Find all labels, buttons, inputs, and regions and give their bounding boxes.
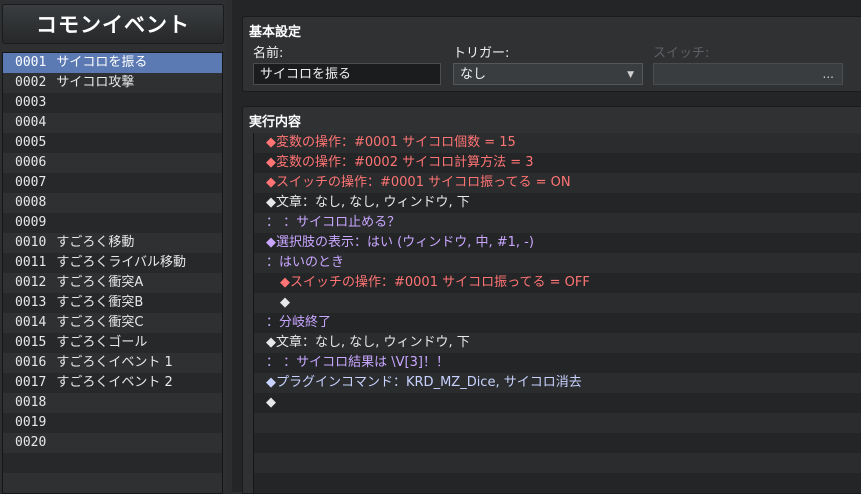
event-id: 0001 (15, 55, 47, 70)
event-list[interactable]: 0001 サイコロを振る 0002 サイコロ攻撃 0003 0004 0005 0006 000… (2, 52, 223, 494)
event-id: 0013 (15, 295, 47, 310)
event-id: 0011 (15, 255, 47, 270)
event-id: 0007 (15, 175, 47, 190)
event-list-item[interactable]: 0016 すごろくイベント 1 (3, 353, 222, 373)
event-id: 0018 (15, 395, 47, 410)
command-line[interactable]: ◆スイッチの操作：#0001 サイコロ振ってる = ON (254, 173, 861, 193)
event-list-item[interactable]: 0015 すごろくゴール (3, 333, 222, 353)
event-id: 0003 (15, 95, 47, 110)
command-line[interactable]: ◆文章：なし, なし, ウィンドウ, 下 (254, 333, 861, 353)
event-list-empty-row (3, 473, 222, 493)
event-list-item[interactable]: 0007 (3, 173, 222, 193)
command-line[interactable]: ◆変数の操作：#0001 サイコロ個数 = 15 (254, 133, 861, 153)
event-list-item[interactable]: 0014 すごろく衝突C (3, 313, 222, 333)
event-list-item[interactable]: 0010 すごろく移動 (3, 233, 222, 253)
command-line[interactable]: ◆選択肢の表示：はい (ウィンドウ, 中, #1, -) (254, 233, 861, 253)
switch-select-button: ... (822, 67, 834, 81)
command-line[interactable]: ： ：サイコロ結果は \V[3]！！ (254, 353, 861, 373)
command-list[interactable]: ◆変数の操作：#0001 サイコロ個数 = 15 ◆変数の操作：#0002 サイコ… (253, 133, 861, 493)
command-line[interactable]: ◆プラグインコマンド：KRD_MZ_Dice, サイコロ消去 (254, 373, 861, 393)
event-list-item[interactable]: 0003 (3, 93, 222, 113)
event-list-item[interactable]: 0020 (3, 433, 222, 453)
basic-settings-group: 基本設定 名前: サイコロを振る トリガー: なし ▼ スイッチ: ... (242, 16, 861, 92)
event-name: すごろく衝突A (56, 275, 144, 290)
execution-content-group: 実行内容 ◆変数の操作：#0001 サイコロ個数 = 15 ◆変数の操作：#000… (242, 106, 861, 494)
command-line[interactable]: ： ：サイコロ止める？ (254, 213, 861, 233)
event-id: 0016 (15, 355, 47, 370)
event-id: 0008 (15, 195, 47, 210)
command-line[interactable]: ◆ (254, 393, 861, 413)
command-line[interactable]: ：はいのとき (254, 253, 861, 273)
event-id: 0012 (15, 275, 47, 290)
panel-title: コモンイベント (2, 4, 224, 44)
event-list-item[interactable]: 0008 (3, 193, 222, 213)
event-name: すごろくイベント 1 (56, 355, 173, 370)
event-id: 0017 (15, 375, 47, 390)
command-line[interactable]: ◆ (254, 293, 861, 313)
command-empty-row (254, 433, 861, 453)
event-name: すごろく衝突C (56, 315, 144, 330)
event-list-item[interactable]: 0012 すごろく衝突A (3, 273, 222, 293)
event-list-item[interactable]: 0005 (3, 133, 222, 153)
event-name: サイコロ攻撃 (56, 75, 135, 90)
name-value: サイコロを振る (260, 67, 352, 82)
event-list-item[interactable]: 0013 すごろく衝突B (3, 293, 222, 313)
event-id: 0004 (15, 115, 47, 130)
event-id: 0005 (15, 135, 47, 150)
command-line[interactable]: ◆文章：なし, なし, ウィンドウ, 下 (254, 193, 861, 213)
switch-label: スイッチ: (653, 46, 710, 61)
event-id: 0006 (15, 155, 47, 170)
event-list-item[interactable]: 0006 (3, 153, 222, 173)
event-list-item[interactable]: 0009 (3, 213, 222, 233)
event-list-item[interactable]: 0011 すごろくライバル移動 (3, 253, 222, 273)
event-name: すごろくイベント 2 (56, 375, 173, 390)
event-name: すごろくライバル移動 (56, 255, 187, 270)
switch-field: ... (653, 63, 843, 85)
event-id: 0010 (15, 235, 47, 250)
command-line[interactable]: ◆スイッチの操作：#0001 サイコロ振ってる = OFF (254, 273, 861, 293)
event-list-item[interactable]: 0004 (3, 113, 222, 133)
event-list-item[interactable]: 0019 (3, 413, 222, 433)
event-list-item[interactable]: 0018 (3, 393, 222, 413)
event-id: 0015 (15, 335, 47, 350)
name-label: 名前: (253, 46, 284, 61)
command-empty-row (254, 453, 861, 473)
event-name: すごろく衝突B (56, 295, 144, 310)
event-id: 0014 (15, 315, 47, 330)
dropdown-arrow-icon: ▼ (627, 70, 634, 80)
trigger-label: トリガー: (453, 46, 510, 61)
event-list-item[interactable]: 0017 すごろくイベント 2 (3, 373, 222, 393)
command-empty-row (254, 413, 861, 433)
event-name: すごろく移動 (56, 235, 135, 250)
event-id: 0019 (15, 415, 47, 430)
event-id: 0020 (15, 435, 47, 450)
execution-content-title: 実行内容 (249, 115, 302, 130)
event-id: 0002 (15, 75, 47, 90)
command-line[interactable]: ：分岐終了 (254, 313, 861, 333)
event-list-empty-row (3, 453, 222, 473)
name-input[interactable]: サイコロを振る (253, 63, 441, 85)
event-name: すごろくゴール (56, 335, 148, 350)
event-name: サイコロを振る (56, 55, 148, 70)
event-list-item[interactable]: 0002 サイコロ攻撃 (3, 73, 222, 93)
event-id: 0009 (15, 215, 47, 230)
common-event-panel: コモンイベント 0001 サイコロを振る 0002 サイコロ攻撃 0003 0004 000… (0, 0, 226, 494)
event-detail-panel: 基本設定 名前: サイコロを振る トリガー: なし ▼ スイッチ: ... 実行… (232, 0, 861, 494)
command-line[interactable]: ◆変数の操作：#0002 サイコロ計算方法 = 3 (254, 153, 861, 173)
event-list-item[interactable]: 0001 サイコロを振る (3, 53, 222, 73)
command-empty-row (254, 473, 861, 493)
trigger-value: なし (460, 67, 487, 82)
trigger-select[interactable]: なし ▼ (453, 63, 643, 85)
basic-settings-title: 基本設定 (249, 25, 302, 40)
